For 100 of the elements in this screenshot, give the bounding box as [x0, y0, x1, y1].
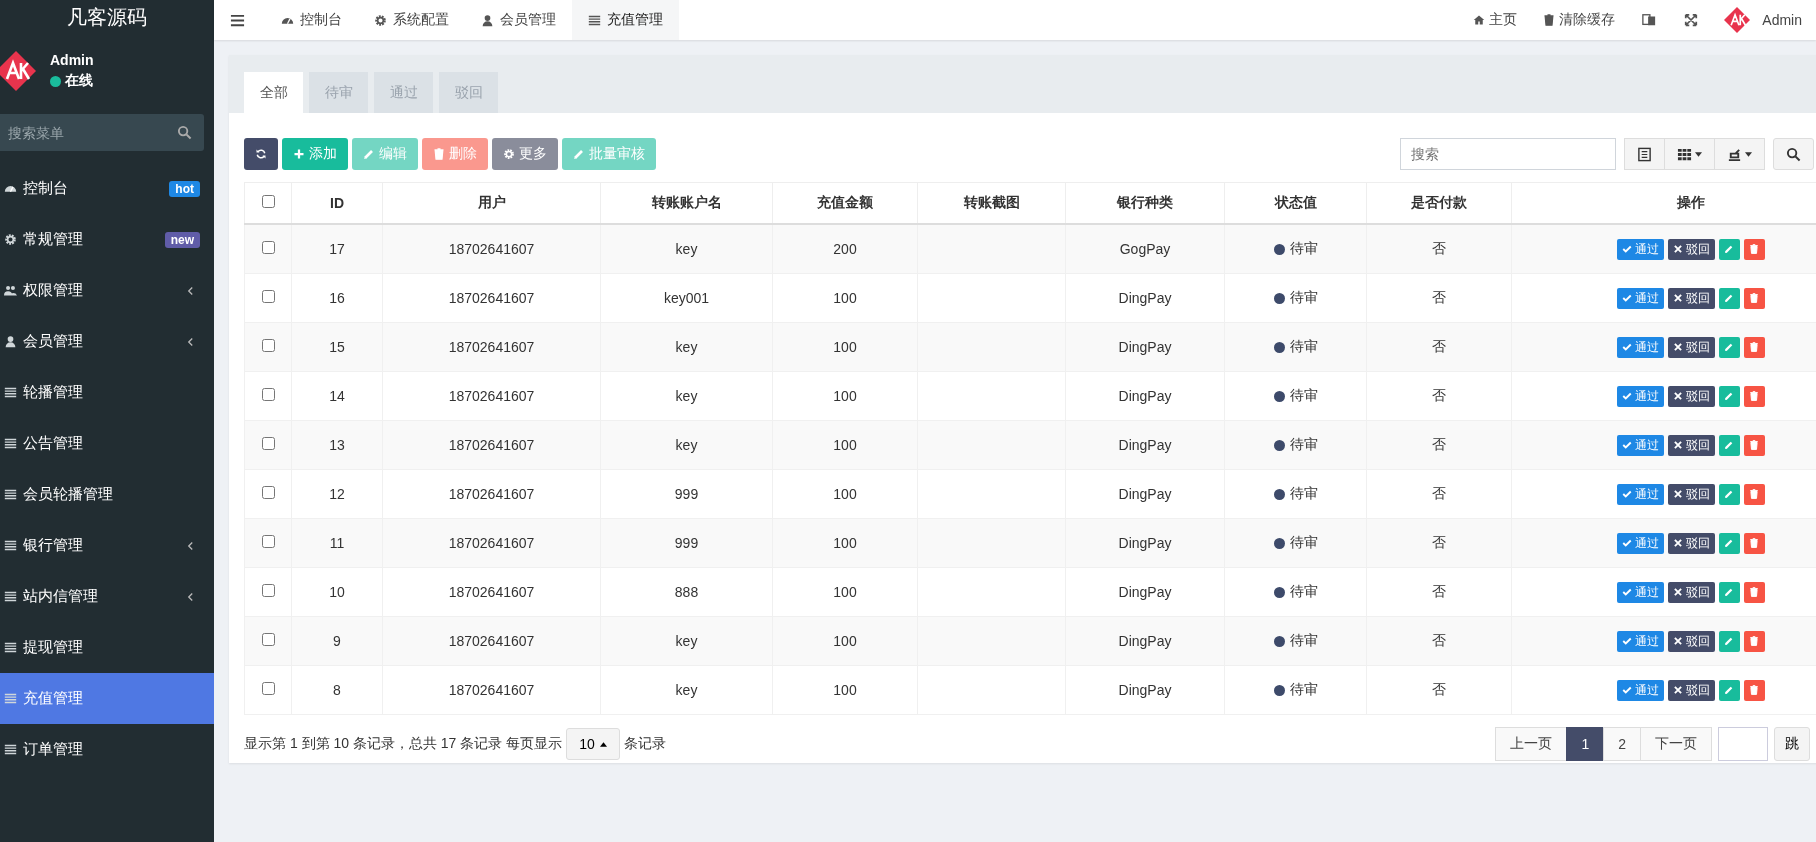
nav-tab[interactable]: 会员管理 — [465, 0, 572, 40]
reject-button[interactable]: 驳回 — [1667, 630, 1715, 652]
reject-button[interactable]: 驳回 — [1667, 238, 1715, 260]
nav-tab[interactable]: 系统配置 — [358, 0, 465, 40]
sidebar-item[interactable]: 公告管理 — [0, 418, 214, 469]
reject-button[interactable]: 驳回 — [1667, 287, 1715, 309]
pagination-summary: 显示第 1 到第 10 条记录，总共 17 条记录 每页显示 — [244, 735, 563, 753]
status-text: 待审 — [1289, 485, 1318, 503]
table-cell: 100 — [772, 273, 918, 323]
status-text: 待审 — [1289, 338, 1318, 356]
table-cell: 18702641607 — [382, 567, 601, 617]
status-text: 待审 — [1289, 240, 1318, 258]
page-size-suffix: 条记录 — [623, 735, 666, 753]
nav-link[interactable]: 主页 — [1460, 11, 1531, 29]
reject-button[interactable]: 驳回 — [1667, 581, 1715, 603]
table-cell: DingPay — [1065, 469, 1225, 519]
menu-badge: hot — [169, 180, 200, 197]
table-cell: 999 — [600, 518, 773, 568]
table-cell: DingPay — [1065, 273, 1225, 323]
approve-button[interactable]: 通过 — [1616, 679, 1664, 701]
page-size-dropdown[interactable]: 10 — [566, 728, 620, 760]
table-cell: 100 — [772, 518, 918, 568]
nav-tab[interactable]: 控制台 — [265, 0, 358, 40]
approve-button[interactable]: 通过 — [1616, 532, 1664, 554]
search-field[interactable]: 搜索 — [1400, 138, 1616, 170]
reject-button[interactable]: 驳回 — [1667, 434, 1715, 456]
approve-button[interactable]: 通过 — [1616, 385, 1664, 407]
page-button[interactable]: 1 — [1566, 727, 1605, 761]
reject-button[interactable]: 驳回 — [1667, 483, 1715, 505]
sidebar-item[interactable]: 控制台 hot — [0, 163, 214, 214]
approve-button[interactable]: 通过 — [1616, 630, 1664, 652]
table-cell: 100 — [772, 567, 918, 617]
table-cell: 否 — [1366, 469, 1512, 519]
user-status: 在线 — [65, 72, 93, 90]
table-cell: key001 — [600, 273, 773, 323]
table-cell: 否 — [1366, 665, 1512, 715]
table-cell: key — [600, 371, 773, 421]
table-cell: 否 — [1366, 322, 1512, 372]
table-cell: 14 — [291, 371, 383, 421]
filter-tab[interactable]: 全部 — [244, 72, 303, 113]
table-cell: 17 — [291, 224, 383, 274]
table-cell: 18702641607 — [382, 665, 601, 715]
sidebar-item[interactable]: 充值管理 — [0, 673, 214, 724]
table-cell: 9 — [291, 616, 383, 666]
approve-button[interactable]: 通过 — [1616, 434, 1664, 456]
table-cell: key — [600, 665, 773, 715]
status-text: 待审 — [1289, 289, 1318, 307]
status-text: 待审 — [1289, 436, 1318, 454]
table-cell: GogPay — [1065, 224, 1225, 274]
sidebar-item[interactable]: 权限管理 — [0, 265, 214, 316]
sidebar-item[interactable]: 会员轮播管理 — [0, 469, 214, 520]
sidebar-item[interactable]: 提现管理 — [0, 622, 214, 673]
reject-button[interactable]: 驳回 — [1667, 385, 1715, 407]
sidebar-item[interactable]: 常规管理 new — [0, 214, 214, 265]
table-cell: DingPay — [1065, 420, 1225, 470]
reject-button[interactable]: 驳回 — [1667, 679, 1715, 701]
table-cell: 10 — [291, 567, 383, 617]
table-cell: DingPay — [1065, 665, 1225, 715]
sidebar-item[interactable]: 站内信管理 — [0, 571, 214, 622]
table-cell: 16 — [291, 273, 383, 323]
approve-button[interactable]: 通过 — [1616, 238, 1664, 260]
table-cell: key — [600, 322, 773, 372]
table-cell: 否 — [1366, 224, 1512, 274]
user-name: Admin — [50, 52, 94, 68]
sidebar-item[interactable]: 会员管理 — [0, 316, 214, 367]
table-cell: 888 — [600, 567, 773, 617]
nav-tab[interactable]: 充值管理 — [572, 0, 679, 40]
table-cell: 100 — [772, 665, 918, 715]
table-cell: 18702641607 — [382, 518, 601, 568]
approve-button[interactable]: 通过 — [1616, 287, 1664, 309]
sidebar-item[interactable]: 轮播管理 — [0, 367, 214, 418]
sidebar-item[interactable]: 银行管理 — [0, 520, 214, 571]
table-cell: 否 — [1366, 420, 1512, 470]
table-cell: 200 — [772, 224, 918, 274]
prev-page-button[interactable]: 上一页 — [1495, 727, 1568, 761]
status-text: 待审 — [1289, 387, 1318, 405]
table-cell: 否 — [1366, 567, 1512, 617]
admin-name[interactable]: Admin — [1762, 12, 1802, 28]
menu-search-field[interactable]: 搜索菜单 — [0, 114, 204, 151]
page-button[interactable]: 2 — [1603, 727, 1641, 761]
menu-badge: new — [164, 231, 200, 248]
jump-button[interactable]: 跳 — [1774, 727, 1810, 761]
next-page-button[interactable]: 下一页 — [1640, 727, 1712, 761]
status-text: 待审 — [1289, 583, 1318, 601]
table-cell: key — [600, 420, 773, 470]
approve-button[interactable]: 通过 — [1616, 336, 1664, 358]
table-cell: 100 — [772, 371, 918, 421]
table-cell: 18702641607 — [382, 469, 601, 519]
approve-button[interactable]: 通过 — [1616, 483, 1664, 505]
table-cell: 18702641607 — [382, 224, 601, 274]
table-cell: 100 — [772, 469, 918, 519]
table-cell: 11 — [291, 518, 383, 568]
reject-button[interactable]: 驳回 — [1667, 532, 1715, 554]
table-cell: DingPay — [1065, 371, 1225, 421]
sidebar-item[interactable]: 订单管理 — [0, 724, 214, 775]
approve-button[interactable]: 通过 — [1616, 581, 1664, 603]
reject-button[interactable]: 驳回 — [1667, 336, 1715, 358]
table-cell: 999 — [600, 469, 773, 519]
table-cell: 100 — [772, 322, 918, 372]
nav-link[interactable]: 清除缓存 — [1530, 11, 1629, 29]
